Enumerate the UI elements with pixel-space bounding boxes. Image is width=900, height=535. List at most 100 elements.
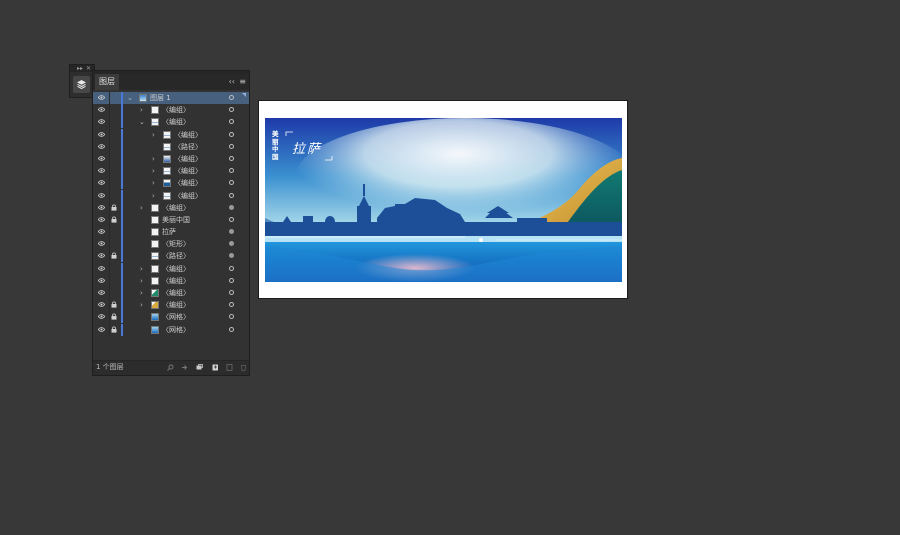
hamburger-menu-icon[interactable]: ≡	[239, 74, 246, 90]
visibility-eye-icon[interactable]	[98, 192, 105, 198]
chevron-down-icon[interactable]: ⌄	[127, 92, 133, 104]
target-circle-icon[interactable]	[229, 314, 234, 320]
layer-row[interactable]: 拉萨	[93, 226, 249, 239]
layer-count: 1 个图层	[96, 363, 124, 371]
chevron-right-icon[interactable]: ›	[152, 177, 155, 189]
visibility-eye-icon[interactable]	[98, 314, 105, 320]
layer-row[interactable]: 〈网格〉	[93, 323, 249, 336]
chevron-down-icon[interactable]: ⌄	[139, 116, 145, 128]
layer-name: 〈网格〉	[162, 325, 190, 334]
visibility-eye-icon[interactable]	[98, 229, 105, 234]
dock-header[interactable]: ▸▸ ✕	[70, 65, 94, 72]
layer-row[interactable]: 美丽中国	[93, 213, 249, 226]
visibility-eye-icon[interactable]	[98, 204, 105, 210]
target-circle-icon[interactable]	[229, 241, 234, 247]
layer-row[interactable]: › 〈编组〉	[93, 201, 249, 214]
target-circle-icon[interactable]	[229, 155, 234, 161]
layer-row[interactable]: › 〈编组〉	[93, 152, 249, 165]
chevron-right-icon[interactable]: ›	[152, 129, 155, 141]
target-circle-icon[interactable]	[229, 119, 234, 125]
layers-dock-button[interactable]	[73, 76, 90, 93]
target-circle-icon[interactable]	[229, 229, 234, 235]
target-circle-icon[interactable]	[229, 168, 234, 174]
layer-row[interactable]: ⌄ 〈编组〉	[93, 116, 249, 129]
make-clipping-mask-icon[interactable]	[196, 364, 203, 371]
chevron-right-icon[interactable]: ›	[140, 275, 143, 287]
layer-row[interactable]: › 〈编组〉	[93, 262, 249, 275]
lock-icon[interactable]	[111, 216, 117, 223]
expand-dock-icon[interactable]: ▸▸	[77, 65, 83, 72]
visibility-eye-icon[interactable]	[98, 143, 105, 149]
layer-thumbnail	[163, 142, 171, 151]
visibility-eye-icon[interactable]	[98, 95, 105, 100]
target-circle-icon[interactable]	[229, 265, 234, 271]
target-circle-icon[interactable]	[229, 107, 234, 113]
layer-row[interactable]: › 〈编组〉	[93, 299, 249, 312]
target-circle-icon[interactable]	[229, 326, 234, 332]
chevron-right-icon[interactable]: ›	[140, 263, 143, 275]
double-chevron-left-icon[interactable]: ‹‹	[229, 74, 235, 90]
chevron-right-icon[interactable]: ›	[152, 190, 155, 202]
chevron-right-icon[interactable]: ›	[140, 287, 143, 299]
lock-icon[interactable]	[111, 252, 117, 260]
visibility-eye-icon[interactable]	[98, 326, 105, 332]
visibility-eye-icon[interactable]	[98, 217, 105, 222]
chevron-right-icon[interactable]: ›	[140, 104, 143, 116]
target-circle-icon[interactable]	[229, 204, 234, 210]
visibility-eye-icon[interactable]	[98, 302, 105, 307]
lock-icon[interactable]	[111, 204, 117, 211]
layer-row[interactable]: 〈路径〉	[93, 140, 249, 153]
lock-icon[interactable]	[111, 301, 117, 308]
target-circle-icon[interactable]	[229, 192, 234, 198]
layer-row[interactable]: 〈路径〉	[93, 250, 249, 263]
target-circle-icon[interactable]	[229, 253, 234, 259]
target-circle-icon[interactable]	[229, 302, 234, 308]
layer-row[interactable]: ⌄ 图层 1	[93, 92, 249, 105]
layer-row[interactable]: › 〈编组〉	[93, 189, 249, 202]
new-sublayer-icon[interactable]	[212, 364, 219, 371]
visibility-eye-icon[interactable]	[98, 278, 105, 283]
visibility-eye-icon[interactable]	[98, 156, 105, 161]
layer-row[interactable]: › 〈编组〉	[93, 287, 249, 299]
target-circle-icon[interactable]	[229, 131, 234, 137]
target-circle-icon[interactable]	[229, 95, 234, 100]
layer-row[interactable]: 〈矩形〉	[93, 238, 249, 251]
target-circle-icon[interactable]	[229, 290, 234, 295]
visibility-eye-icon[interactable]	[98, 107, 105, 112]
new-layer-icon[interactable]	[226, 364, 233, 371]
visibility-eye-icon[interactable]	[98, 131, 105, 137]
layer-row[interactable]: › 〈编组〉	[93, 274, 249, 287]
layer-row[interactable]: › 〈编组〉	[93, 104, 249, 117]
chevron-right-icon[interactable]: ›	[152, 165, 155, 177]
visibility-eye-icon[interactable]	[98, 168, 105, 173]
chevron-right-icon[interactable]: ›	[140, 299, 143, 311]
delete-icon[interactable]	[240, 364, 247, 371]
collect-export-icon[interactable]	[181, 364, 188, 371]
close-dock-icon[interactable]: ✕	[86, 65, 91, 72]
visibility-eye-icon[interactable]	[98, 253, 105, 259]
chevron-right-icon[interactable]: ›	[152, 153, 155, 165]
layer-name: 〈网格〉	[162, 313, 190, 322]
target-circle-icon[interactable]	[229, 216, 234, 222]
layer-name: 〈编组〉	[162, 106, 190, 115]
visibility-eye-icon[interactable]	[98, 241, 105, 247]
layer-row[interactable]: 〈网格〉	[93, 311, 249, 324]
target-circle-icon[interactable]	[229, 180, 234, 186]
layer-row[interactable]: › 〈编组〉	[93, 128, 249, 141]
visibility-eye-icon[interactable]	[98, 180, 105, 186]
layer-name: 〈编组〉	[162, 276, 190, 285]
target-circle-icon[interactable]	[229, 143, 234, 149]
layer-row[interactable]: › 〈编组〉	[93, 177, 249, 190]
chevron-right-icon[interactable]: ›	[140, 202, 143, 214]
lock-icon[interactable]	[111, 313, 117, 320]
layer-thumbnail	[151, 264, 159, 273]
visibility-eye-icon[interactable]	[98, 290, 105, 295]
visibility-eye-icon[interactable]	[98, 265, 105, 271]
tab-layers[interactable]: 图层	[95, 74, 119, 90]
artboard[interactable]: 美丽中国 拉萨	[258, 100, 628, 299]
search-icon[interactable]	[167, 364, 174, 371]
target-circle-icon[interactable]	[229, 277, 234, 283]
layer-row[interactable]: › 〈编组〉	[93, 165, 249, 178]
lock-icon[interactable]	[111, 326, 117, 333]
visibility-eye-icon[interactable]	[98, 119, 105, 125]
